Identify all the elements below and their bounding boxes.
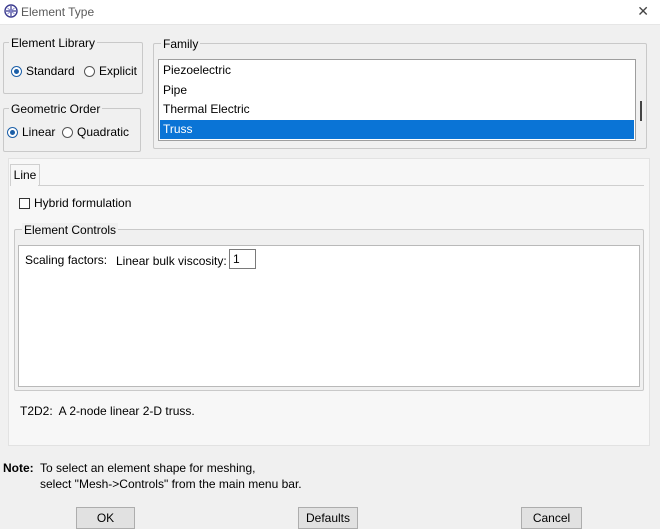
explicit-radio[interactable]: Explicit: [84, 64, 137, 78]
linear-radio[interactable]: Linear: [7, 125, 55, 139]
title-bar: Element Type ✕: [0, 0, 660, 25]
element-description: T2D2: A 2-node linear 2-D truss.: [20, 404, 195, 418]
family-item-truss[interactable]: Truss: [160, 120, 634, 139]
radio-unchecked-indicator: [84, 65, 95, 77]
family-item-piezoelectric[interactable]: Piezoelectric: [160, 61, 634, 80]
note-line-1: To select an element shape for meshing,: [40, 461, 256, 475]
element-controls-area: [18, 245, 640, 387]
linear-label: Linear: [22, 125, 56, 139]
cancel-button[interactable]: Cancel: [521, 507, 582, 529]
geometric-order-title: Geometric Order: [9, 102, 103, 116]
hybrid-formulation-label: Hybrid formulation: [34, 196, 132, 210]
family-item-thermal-electric[interactable]: Thermal Electric: [160, 100, 634, 119]
linear-bulk-viscosity-field[interactable]: [229, 249, 256, 269]
note-label: Note:: [3, 461, 34, 475]
radio-unchecked-indicator: [62, 126, 73, 138]
radio-checked-indicator: [11, 65, 22, 77]
family-item-pipe[interactable]: Pipe: [160, 81, 634, 100]
quadratic-radio[interactable]: Quadratic: [62, 125, 129, 139]
explicit-label: Explicit: [99, 64, 138, 78]
tab-underline: [38, 185, 644, 186]
close-button[interactable]: ✕: [628, 0, 660, 24]
note-line-2: select "Mesh->Controls" from the main me…: [40, 477, 302, 491]
element-library-title: Element Library: [9, 36, 98, 50]
linear-bulk-viscosity-label: Linear bulk viscosity:: [116, 254, 227, 268]
tab-line[interactable]: Line: [10, 164, 40, 186]
standard-radio[interactable]: Standard: [11, 64, 75, 78]
family-listbox[interactable]: Piezoelectric Pipe Thermal Electric Trus…: [158, 59, 636, 141]
standard-label: Standard: [26, 64, 75, 78]
close-icon: ✕: [637, 3, 649, 19]
window-title: Element Type: [21, 5, 95, 19]
checkbox-unchecked-indicator: [19, 197, 30, 209]
family-scrollbar-thumb[interactable]: [640, 101, 642, 121]
abaqus-app-icon: [4, 4, 18, 18]
radio-checked-indicator: [7, 126, 18, 138]
quadratic-label: Quadratic: [77, 125, 130, 139]
element-controls-title: Element Controls: [22, 223, 119, 237]
family-title: Family: [161, 37, 201, 51]
ok-button[interactable]: OK: [76, 507, 135, 529]
scaling-factors-label: Scaling factors:: [25, 253, 108, 267]
defaults-button[interactable]: Defaults: [298, 507, 358, 529]
hybrid-formulation-checkbox[interactable]: Hybrid formulation: [19, 196, 131, 210]
